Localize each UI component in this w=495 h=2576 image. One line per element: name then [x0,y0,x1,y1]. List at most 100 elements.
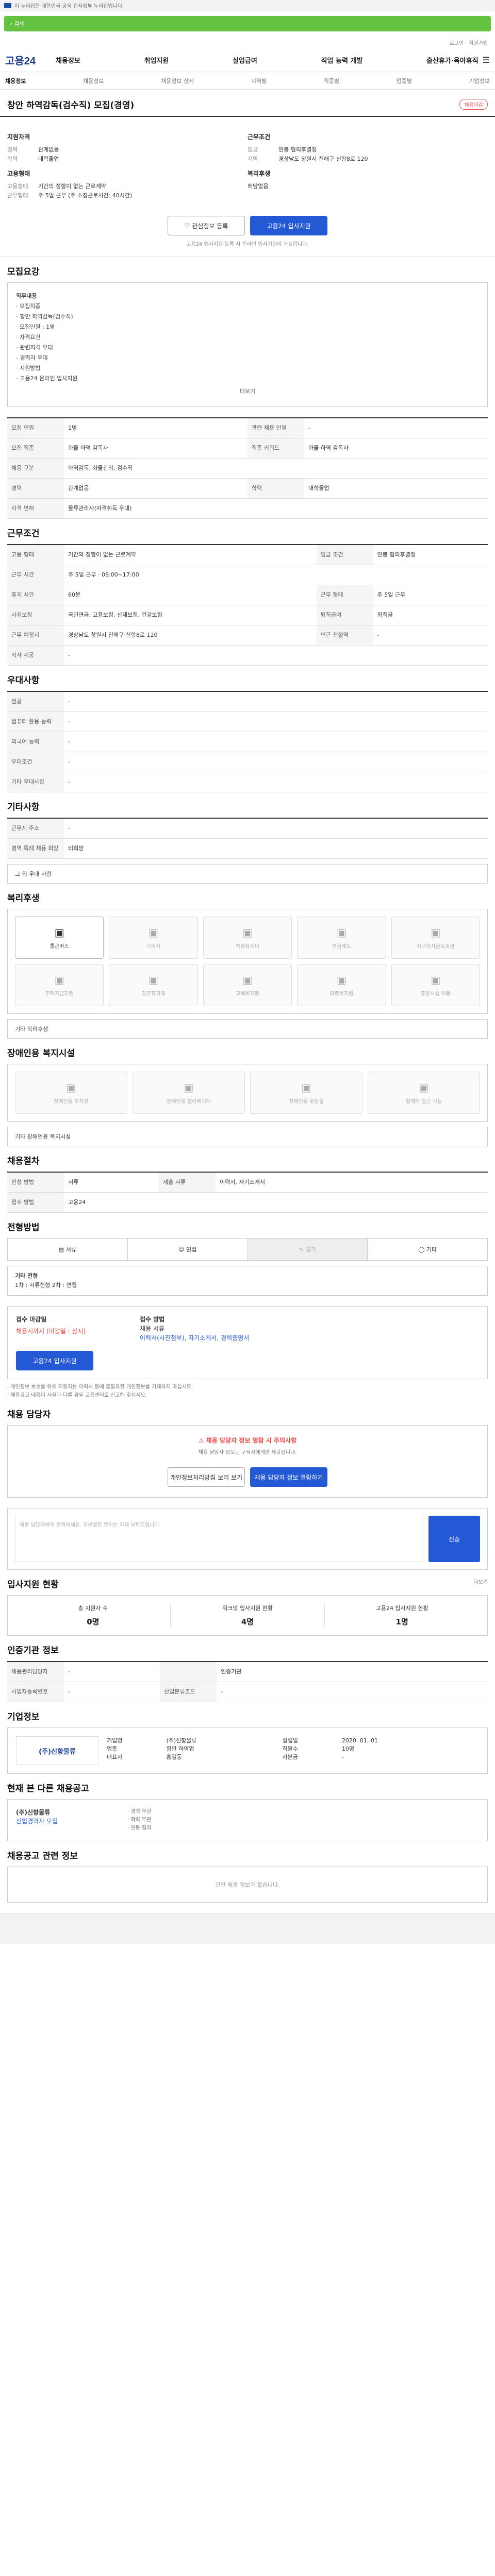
row-label: 모집 인원 [7,418,64,438]
more-button[interactable]: 더보기 [16,384,479,398]
row-value: 경상남도 창원시 진해구 신항8로 120 [64,625,317,646]
more-link[interactable]: 더보기 [473,1579,488,1587]
gnb-item-unemployment[interactable]: 실업급여 [233,55,257,65]
welfare-tile: ▣ 차량유지비 [203,917,292,959]
job-summary: 지원자격 경력 관계없음 학력 대학졸업 고용형태 고용형태 기간의 정함이 없는 근… [0,117,495,206]
chat-icon: ◯ [418,1246,426,1253]
work-label: 근무형태 [7,192,28,199]
welfare-tile: ▣ 장애인용 주차장 [15,1072,127,1114]
gov-banner: 이 누리집은 대한민국 공식 전자정부 누리집입니다. [0,0,495,11]
table-row: 휴게 시간 60분 근무 형태 주 5일 근무 [7,585,488,605]
row-value: - [217,1682,488,1702]
apply-button[interactable]: 고용24 입사지원 [250,216,327,235]
section-title: 기타사항 [7,802,40,812]
recent-job-card[interactable]: (주)신항물류 신입경력자 모집 · 경력 무관 · 학력 무관 · 연봉 협의 [7,1799,488,1841]
row-label: 직원수 [282,1745,298,1752]
subnav-item[interactable]: 기업정보 [469,77,490,85]
gnb-item-training[interactable]: 직업 능력 개발 [321,55,363,65]
employ-value: 기간의 정함이 없는 근로계약 [38,183,106,190]
facility-icon: ▣ [148,973,159,986]
table-row: 채용관리담당자 - 인증기관 [7,1662,488,1682]
row-value: - [341,1753,344,1760]
menu-icon[interactable]: ☰ [483,55,490,65]
recent-meta: · 학력 무관 [127,1817,152,1823]
cert-table: 채용관리담당자 - 인증기관 사업자등록번호 - 산업분류코드 - [7,1661,488,1702]
row-label: 채용관리담당자 [7,1662,64,1682]
facility-icon: ▣ [242,973,253,986]
row-label: 대표자 [107,1754,123,1760]
row-value: 하역감독, 화물관리, 검수직 [64,458,488,479]
section-title: 장애인용 복지시설 [7,1048,75,1059]
facility-icon: ▣ [242,926,253,939]
scrap-button[interactable]: ♡ 관심정보 등록 [168,216,245,235]
section-title: 채용공고 관련 정보 [7,1851,78,1861]
welfare-tile: ▣ 휠체어 접근 가능 [368,1072,480,1114]
apply-note-line: · 개인정보 보호를 위해 지원자는 이력서 등에 불필요한 개인정보를 기재하… [7,1384,193,1390]
method-written: ✎ 필기 [248,1239,368,1260]
row-value: - [64,711,488,732]
recent-meta: · 연봉 협의 [127,1825,152,1831]
tile-label: 통근버스 [50,943,69,950]
row-label: 근무지 주소 [7,819,64,839]
subnav-item[interactable]: 채용정보 상세 [161,77,194,85]
pay-label: 임금 [248,146,258,153]
gnb-item-leave[interactable]: 출산휴가·육아휴직 [426,55,478,65]
subnav-item[interactable]: 지역별 [251,77,267,85]
row-value: 서류 [64,1173,159,1193]
table-row: 모집 직종 화물 하역 감독자 직종 키워드 화물 하역 감독자 [7,438,488,459]
subnav-item[interactable]: 채용정보 [83,77,104,85]
welfare-tile: ▣ 장애인용 엘리베이터 [133,1072,245,1114]
inquiry-textarea[interactable]: 채용 담당자에게 문의하세요. 무분별한 문의는 자제 부탁드립니다. [15,1516,423,1562]
row-value: 관계없음 [64,478,248,499]
row-value: 화물 하역 감독자 [64,438,248,459]
company-box: (주)신항물류 기업명 (주)신항물류 설립일 2020. 01. 01 업종 항만 하역업… [7,1727,488,1774]
row-value: 퇴직금 [373,605,488,625]
privacy-button[interactable]: 개인정보처리방침 보러 보기 [168,1467,245,1487]
apply-button-2[interactable]: 고용24 입사지원 [16,1351,93,1370]
stat-value: 0명 [87,1617,100,1626]
row-value: (주)신항물류 [166,1737,197,1744]
row-label: 경력 [7,478,64,499]
row-label: 사회보험 [7,605,64,625]
stat-label: 총 지원자 수 [78,1605,108,1612]
view-contact-button[interactable]: 채용 담당자 정보 열람하기 [250,1467,327,1487]
row-label: 전형 방법 [7,1173,64,1193]
welfare-box: ▣ 통근버스 ▣ 기숙사 ▣ 차량유지비 ▣ 연금제도 ▣ 자녀학자금보조금 ▣ 주택자금지원 ▣ 경조휴… [7,909,488,1014]
person-icon: ☺ [178,1246,186,1253]
application-box: 접수 마감일 채용시까지 (마감일 : 상시) 고용24 입사지원 접수 방법 … [7,1306,488,1379]
section-title: 현재 본 다른 채용공고 [7,1784,89,1794]
gnb-item-support[interactable]: 취업지원 [144,55,169,65]
heart-icon: ♡ [184,222,192,229]
row-label: 자격 면허 [7,498,64,519]
row-value: 60분 [64,585,317,605]
logo[interactable]: 고용24 [5,53,52,67]
loc-value: 경상남도 창원시 진해구 신항8로 120 [278,156,368,162]
section-title: 근무조건 [7,529,40,539]
signup-link[interactable]: 회원가입 [469,39,488,46]
welfare-tile: ▣ 연금제도 [297,917,386,959]
stat-label: 고용24 입사지원 현황 [375,1605,428,1612]
recent-meta: · 경력 무관 [127,1809,152,1815]
row-value: - [373,625,488,646]
subnav-item[interactable]: 업종별 [397,77,412,85]
table-row: 대표자 홍길동 자본금 - [107,1753,479,1761]
login-link[interactable]: 로그인 [450,39,464,46]
job-title-row: 창안 하역감독(검수직) 모집(경영) 채용마감 [0,90,495,117]
send-button[interactable]: 전송 [428,1516,480,1562]
section-title: 전형방법 [7,1223,40,1233]
job-description-box: 직무내용 · 모집직종 - 항만 하역감독(검수직) · 모집인원 : 1명 ·… [7,282,488,407]
subnav-item[interactable]: 직종별 [324,77,339,85]
apply-note: 고용24 입사지원 등록 시 온라인 입사지원이 가능합니다. [0,240,495,257]
table-row: 전공 - [7,692,488,712]
row-label: 퇴직급여 [316,605,373,625]
career-value: 관계없음 [38,146,59,153]
alert-icon: ⚠ [198,1437,206,1444]
facility-other-label: 기타 장애인용 복지시설 [15,1133,71,1140]
row-label: 인근 전철역 [316,625,373,646]
row-label: 근무 예정지 [7,625,64,646]
row-label: 외국어 능력 [7,732,64,752]
search-input[interactable]: ⌕ 검색 [4,16,491,31]
row-value: 대학졸업 [304,478,488,499]
row-value: 국민연금, 고용보험, 산재보험, 건강보험 [64,605,317,625]
gnb-item-jobs[interactable]: 채용정보 [56,55,80,65]
